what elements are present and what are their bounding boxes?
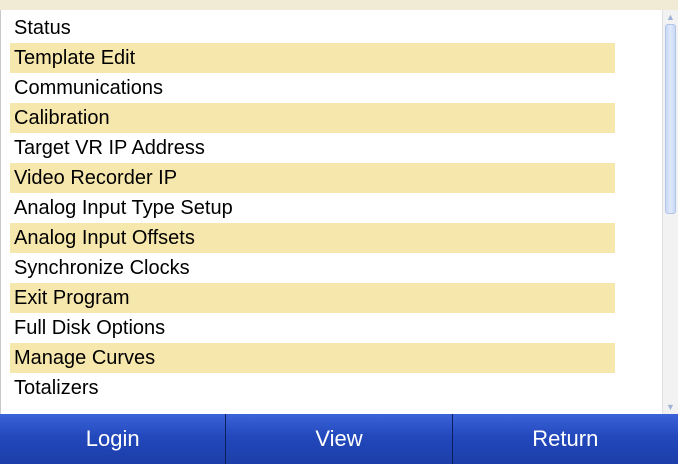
menu-item-full-disk-options[interactable]: Full Disk Options	[10, 313, 662, 343]
menu-item-status[interactable]: Status	[10, 13, 662, 43]
menu-item-video-recorder-ip[interactable]: Video Recorder IP	[10, 163, 662, 193]
menu-item-communications[interactable]: Communications	[10, 73, 662, 103]
scrollbar-thumb[interactable]	[665, 24, 676, 214]
menu-item-calibration[interactable]: Calibration	[10, 103, 662, 133]
chevron-up-icon[interactable]: ▲	[663, 10, 678, 24]
view-button[interactable]: View	[226, 414, 453, 464]
menu-item-synchronize-clocks[interactable]: Synchronize Clocks	[10, 253, 662, 283]
login-button[interactable]: Login	[0, 414, 227, 464]
menu-item-analog-input-offsets[interactable]: Analog Input Offsets	[10, 223, 662, 253]
return-button[interactable]: Return	[452, 414, 678, 464]
chevron-down-icon[interactable]: ▼	[663, 400, 678, 414]
menu-item-manage-curves[interactable]: Manage Curves	[10, 343, 662, 373]
menu-item-totalizers[interactable]: Totalizers	[10, 373, 662, 403]
menu-list-panel: Status Template Edit Communications Cali…	[0, 10, 678, 414]
menu-list: Status Template Edit Communications Cali…	[10, 13, 662, 403]
menu-item-target-vr-ip-address[interactable]: Target VR IP Address	[10, 133, 662, 163]
menu-item-exit-program[interactable]: Exit Program	[10, 283, 662, 313]
menu-item-template-edit[interactable]: Template Edit	[10, 43, 662, 73]
menu-item-analog-input-type-setup[interactable]: Analog Input Type Setup	[10, 193, 662, 223]
bottom-button-bar: Login View Return	[0, 414, 678, 464]
vertical-scrollbar[interactable]: ▲ ▼	[662, 10, 678, 414]
